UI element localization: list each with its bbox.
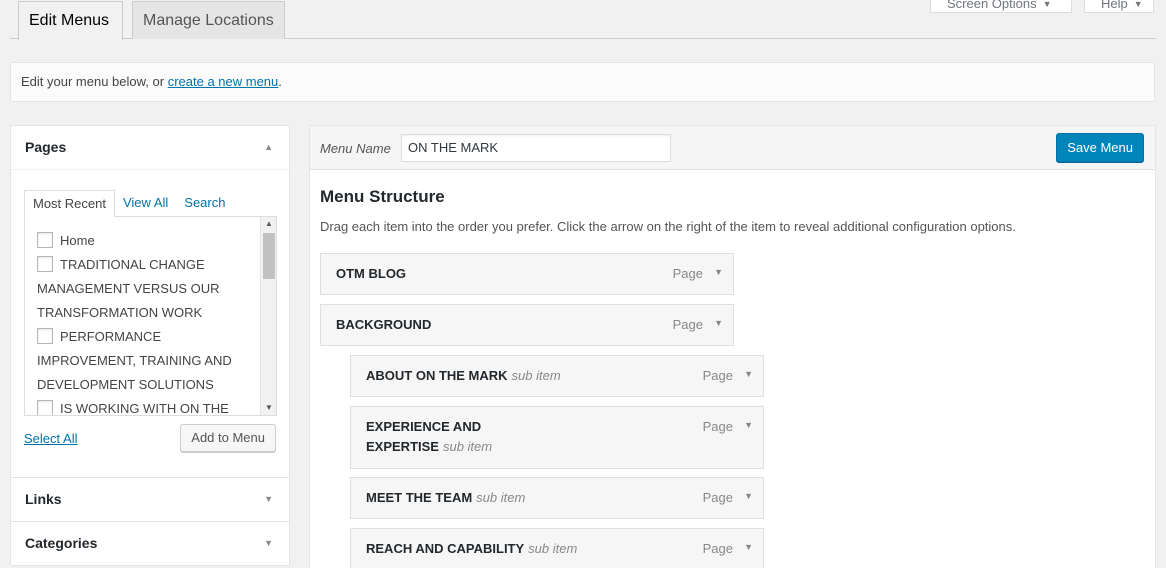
- menu-item-title-text: MEET THE TEAM: [366, 490, 473, 505]
- page-label: IS WORKING WITH ON THE: [60, 401, 229, 416]
- menu-instructions: Drag each item into the order you prefer…: [320, 219, 1016, 234]
- menu-structure-title: Menu Structure: [320, 187, 445, 206]
- pages-actions: Select All Add to Menu: [24, 424, 276, 454]
- save-menu-button[interactable]: Save Menu: [1056, 133, 1144, 162]
- pages-checklist: Home TRADITIONAL CHANGE MANAGEMENT VERSU…: [25, 217, 276, 416]
- notice-suffix: .: [278, 74, 282, 89]
- menu-item[interactable]: REACH AND CAPABILITY sub item Page ▼: [350, 528, 764, 568]
- menu-name-input[interactable]: ON THE MARK: [401, 134, 671, 162]
- links-section: Links ▼: [11, 478, 289, 522]
- pages-section-header[interactable]: Pages ▲: [11, 126, 289, 169]
- sub-item-label: sub item: [528, 541, 578, 556]
- page-checkbox[interactable]: [37, 400, 53, 415]
- chevron-up-icon: ▲: [264, 142, 273, 152]
- menu-item-type: Page: [702, 541, 733, 556]
- menu-item-type: Page: [702, 419, 733, 434]
- menu-item-title: REACH AND CAPABILITY sub item: [366, 541, 577, 556]
- page-label: Home: [60, 233, 95, 248]
- menu-item-title: OTM BLOG: [336, 266, 406, 281]
- chevron-down-icon: ▼: [264, 494, 273, 504]
- sub-item-label: sub item: [476, 490, 526, 505]
- pages-panel: Most Recent View All Search Home TRADITI…: [11, 169, 289, 477]
- sub-item-label: sub item: [511, 368, 561, 383]
- menu-header: Menu Name ON THE MARK Save Menu: [310, 126, 1155, 170]
- tab-most-recent[interactable]: Most Recent: [24, 190, 115, 217]
- page-checkbox[interactable]: [37, 328, 53, 344]
- expand-arrow-icon[interactable]: ▼: [744, 369, 753, 379]
- menu-item-title: MEET THE TEAM sub item: [366, 490, 525, 505]
- create-menu-link[interactable]: create a new menu: [168, 74, 279, 89]
- links-title: Links: [25, 491, 62, 507]
- notice-text: Edit your menu below, or: [21, 74, 168, 89]
- pages-tabs: Most Recent View All Search: [24, 190, 276, 217]
- menu-body: Menu Structure Drag each item into the o…: [310, 170, 1155, 250]
- sub-item-label: sub item: [442, 439, 493, 454]
- categories-section-header[interactable]: Categories ▼: [11, 522, 289, 565]
- menu-item-title: EXPERIENCE AND EXPERTISE sub item: [366, 417, 581, 457]
- categories-title: Categories: [25, 535, 98, 551]
- menu-item[interactable]: MEET THE TEAM sub item Page ▼: [350, 477, 764, 519]
- page-checkbox[interactable]: [37, 256, 53, 272]
- nav-tabs: Edit Menus Manage Locations: [10, 0, 1156, 40]
- manage-menus-notice: Edit your menu below, or create a new me…: [10, 62, 1155, 102]
- scroll-down-icon[interactable]: ▼: [261, 401, 276, 415]
- menu-item[interactable]: OTM BLOG Page ▼: [320, 253, 734, 295]
- pages-title: Pages: [25, 139, 67, 155]
- page-checkbox[interactable]: [37, 232, 53, 248]
- scroll-up-icon[interactable]: ▲: [261, 217, 276, 231]
- list-item: IS WORKING WITH ON THE: [37, 397, 258, 416]
- select-all-link[interactable]: Select All: [24, 431, 77, 446]
- expand-arrow-icon[interactable]: ▼: [744, 542, 753, 552]
- menu-name-label: Menu Name: [320, 141, 391, 156]
- menu-item[interactable]: ABOUT ON THE MARK sub item Page ▼: [350, 355, 764, 397]
- menu-item-type: Page: [672, 266, 703, 281]
- list-item: TRADITIONAL CHANGE MANAGEMENT VERSUS OUR…: [37, 253, 258, 325]
- list-item: Home: [37, 229, 258, 253]
- categories-section: Categories ▼: [11, 522, 289, 565]
- list-item: PERFORMANCE IMPROVEMENT, TRAINING AND DE…: [37, 325, 258, 397]
- menu-item-title-text: BACKGROUND: [336, 317, 432, 332]
- menu-item-type: Page: [702, 368, 733, 383]
- menu-items-accordion: Pages ▲ Most Recent View All Search Home…: [10, 125, 290, 566]
- page-label: PERFORMANCE IMPROVEMENT, TRAINING AND DE…: [37, 329, 232, 392]
- menu-item-title-text: REACH AND CAPABILITY: [366, 541, 525, 556]
- menu-item-title: BACKGROUND: [336, 317, 431, 332]
- page-label: TRADITIONAL CHANGE MANAGEMENT VERSUS OUR…: [37, 257, 220, 320]
- links-section-header[interactable]: Links ▼: [11, 478, 289, 521]
- menu-item-title-text: OTM BLOG: [336, 266, 407, 281]
- menu-item[interactable]: BACKGROUND Page ▼: [320, 304, 734, 346]
- expand-arrow-icon[interactable]: ▼: [714, 267, 723, 277]
- add-to-menu-button[interactable]: Add to Menu: [180, 424, 276, 452]
- chevron-down-icon: ▼: [264, 538, 273, 548]
- menu-item-title: ABOUT ON THE MARK sub item: [366, 368, 561, 383]
- menu-item-title-text: ABOUT ON THE MARK: [366, 368, 508, 383]
- scroll-thumb[interactable]: [263, 233, 275, 279]
- tab-manage-locations[interactable]: Manage Locations: [132, 1, 285, 39]
- tab-search[interactable]: Search: [176, 190, 233, 217]
- tab-view-all[interactable]: View All: [115, 190, 176, 217]
- menu-item-type: Page: [672, 317, 703, 332]
- menu-editor: Menu Name ON THE MARK Save Menu Menu Str…: [309, 125, 1156, 568]
- expand-arrow-icon[interactable]: ▼: [744, 420, 753, 430]
- expand-arrow-icon[interactable]: ▼: [744, 491, 753, 501]
- pages-section: Pages ▲ Most Recent View All Search Home…: [11, 126, 289, 478]
- menu-item[interactable]: EXPERIENCE AND EXPERTISE sub item Page ▼: [350, 406, 764, 469]
- tab-edit-menus[interactable]: Edit Menus: [18, 1, 123, 40]
- menu-item-type: Page: [702, 490, 733, 505]
- scrollbar[interactable]: ▲ ▼: [260, 217, 276, 415]
- pages-checklist-panel: Home TRADITIONAL CHANGE MANAGEMENT VERSU…: [24, 216, 277, 416]
- expand-arrow-icon[interactable]: ▼: [714, 318, 723, 328]
